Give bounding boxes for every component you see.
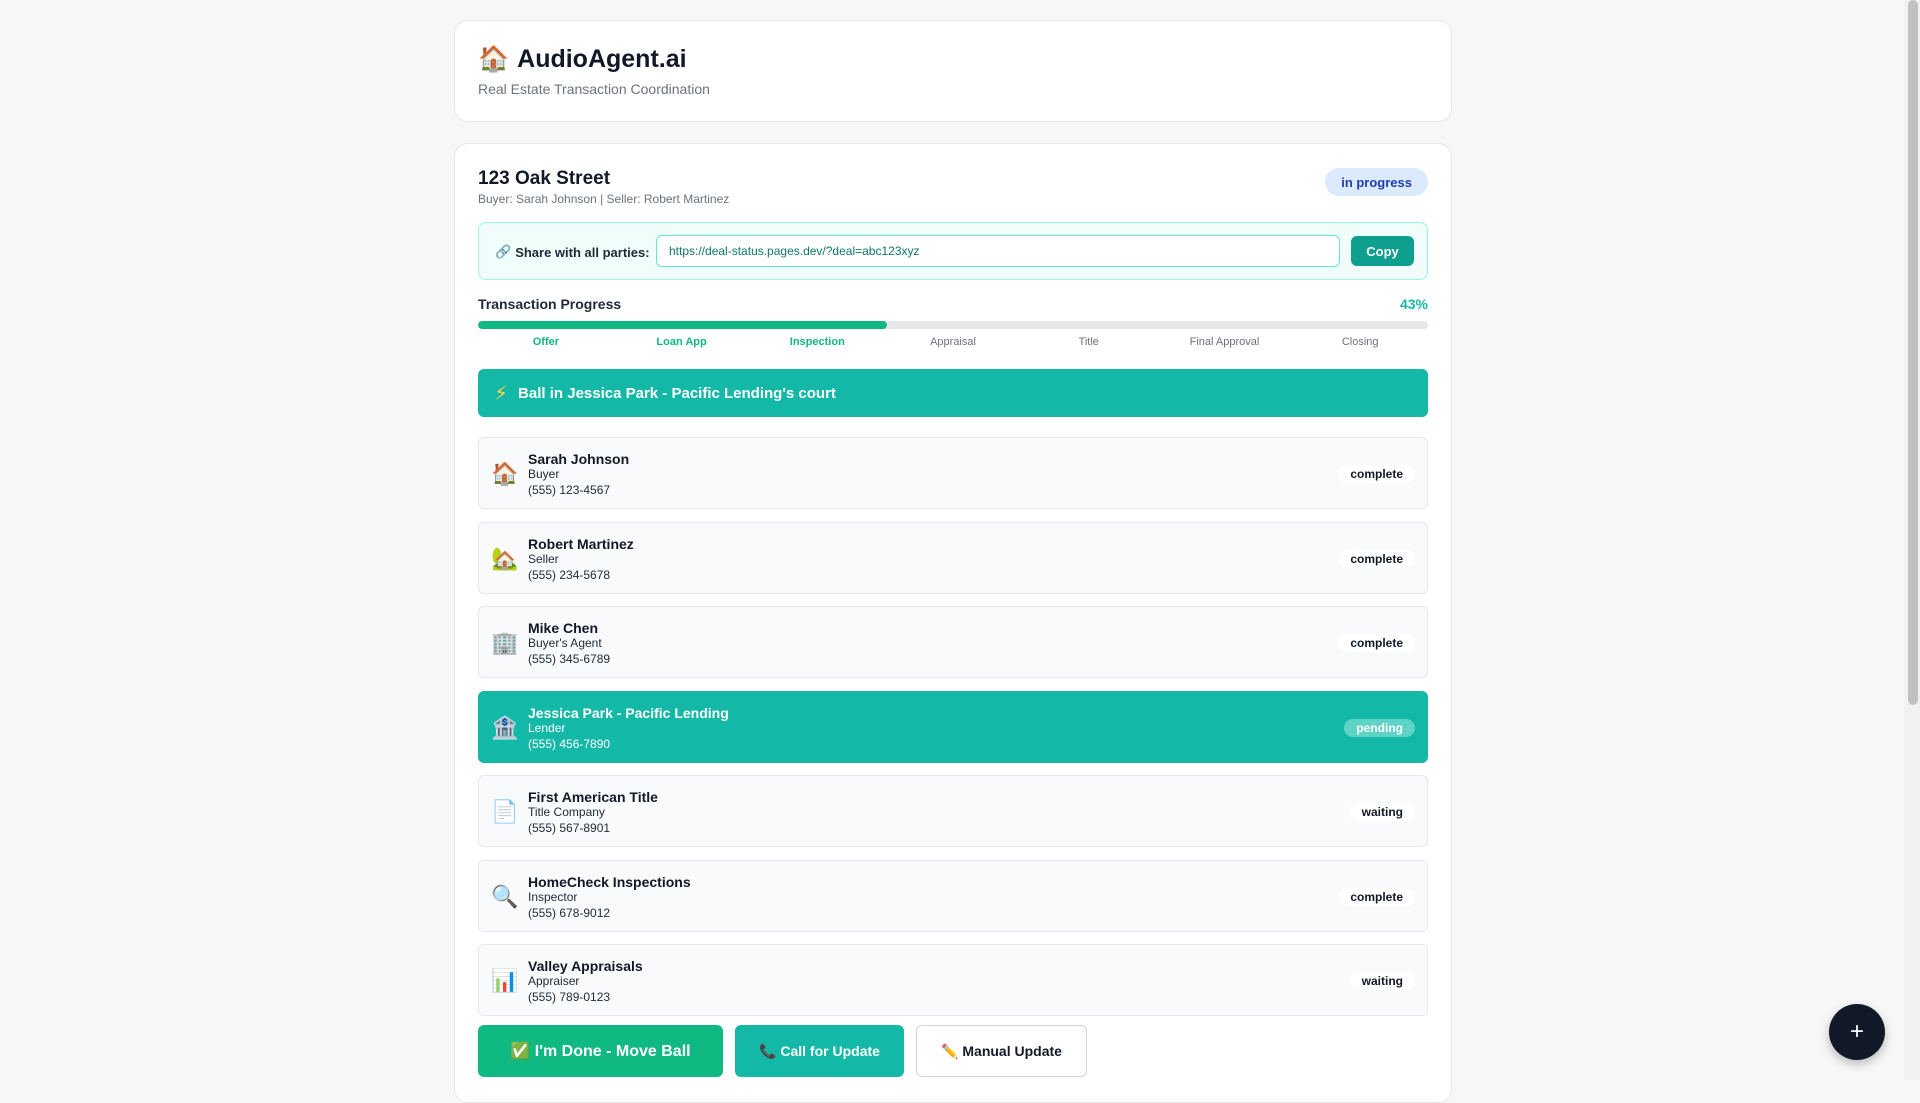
party-role: Buyer's Agent — [528, 636, 602, 650]
party-phone: (555) 789-0123 — [528, 990, 611, 1004]
party-icon: 🔍 — [491, 883, 519, 909]
progress-step-final-approval: Final Approval — [1189, 336, 1260, 348]
party-name: First American Title — [528, 789, 658, 805]
lightning-icon: ⚡ — [494, 382, 509, 405]
party-role: Title Company — [528, 805, 605, 819]
party-phone: (555) 456-7890 — [528, 736, 611, 751]
party-icon: 📊 — [491, 968, 519, 993]
page-scrollbar[interactable] — [1904, 0, 1920, 1080]
im-done-move-ball-button[interactable]: ✅ I'm Done - Move Ball — [478, 1025, 723, 1077]
party-icon: 🏡 — [491, 545, 519, 571]
party-card[interactable]: 🏠 Sarah Johnson Buyer (555) 123-4567 complet… — [478, 437, 1428, 509]
app-name: AudioAgent.ai — [517, 45, 687, 73]
share-label: 🔗 Share with all parties: — [495, 244, 650, 260]
progress-step-offer: Offer — [532, 336, 559, 348]
progress-bar — [478, 321, 1428, 329]
house-logo-icon: 🏠 — [478, 45, 510, 73]
property-address: 123 Oak Street — [478, 168, 611, 189]
party-card[interactable]: 🏡 Robert Martinez Seller (555) 234-5678 comp… — [478, 521, 1428, 594]
ball-in-court-banner: ⚡ Ball in Jessica Park - Pacific Lending… — [478, 369, 1428, 417]
party-phone: (555) 123-4567 — [528, 483, 611, 497]
share-url-input[interactable] — [656, 235, 1340, 267]
link-icon: 🔗 — [495, 244, 512, 259]
party-status-badge: complete — [1338, 465, 1415, 483]
party-status-badge: complete — [1338, 634, 1415, 652]
progress-bar-fill — [478, 321, 887, 329]
party-role: Inspector — [528, 889, 578, 904]
party-phone: (555) 567-8901 — [528, 821, 611, 835]
party-phone: (555) 234-5678 — [528, 567, 611, 582]
party-name: Sarah Johnson — [528, 451, 630, 467]
party-name: Jessica Park - Pacific Lending — [528, 704, 729, 721]
party-status-badge: pending — [1344, 718, 1415, 737]
progress-label: Transaction Progress — [478, 296, 622, 312]
party-icon: 🏦 — [491, 714, 519, 740]
header-card: 🏠 AudioAgent.ai Real Estate Transaction … — [454, 20, 1452, 122]
manual-update-button[interactable]: ✏️ Manual Update — [916, 1025, 1087, 1077]
party-icon: 🏢 — [491, 630, 519, 655]
party-icon: 🏠 — [491, 461, 519, 486]
progress-step-loan-app: Loan App — [656, 336, 707, 348]
progress-steps: Offer Loan App Inspection Appraisal Title Fin… — [478, 336, 1428, 348]
progress-percent: 43% — [1399, 296, 1428, 312]
progress-step-title: Title — [1078, 336, 1099, 348]
ball-in-court-text: Ball in Jessica Park - Pacific Lending's… — [518, 384, 836, 402]
share-box: 🔗 Share with all parties: Copy — [478, 222, 1428, 280]
deal-status-badge: in progress — [1325, 168, 1428, 196]
page: 🏠 AudioAgent.ai Real Estate Transaction … — [0, 0, 1904, 1103]
party-role: Seller — [528, 551, 559, 566]
party-name: Mike Chen — [528, 620, 599, 636]
party-name: HomeCheck Inspections — [528, 873, 691, 890]
call-for-update-button[interactable]: 📞 Call for Update — [735, 1025, 904, 1077]
party-role: Appraiser — [528, 974, 580, 988]
action-bar: ✅ I'm Done - Move Ball 📞 Call for Update… — [478, 1025, 1087, 1077]
progress-step-appraisal: Appraisal — [930, 336, 976, 348]
app-subtitle: Real Estate Transaction Coordination — [478, 81, 710, 97]
party-phone: (555) 678-9012 — [528, 905, 611, 920]
party-status-badge: waiting — [1349, 803, 1415, 821]
party-role: Lender — [528, 720, 566, 735]
party-status-badge: complete — [1338, 549, 1415, 568]
party-card[interactable]: 📊 Valley Appraisals Appraiser (555) 789-012… — [478, 944, 1428, 1016]
party-role: Buyer — [528, 467, 560, 481]
scrollbar-thumb[interactable] — [1908, 0, 1918, 705]
progress-step-inspection: Inspection — [789, 336, 845, 348]
party-name: Valley Appraisals — [528, 958, 643, 974]
party-status-badge: complete — [1338, 887, 1415, 906]
party-card[interactable]: 🔍 HomeCheck Inspections Inspector (555) 678… — [478, 859, 1428, 932]
party-status-badge: waiting — [1349, 972, 1415, 990]
buyer-seller-line: Buyer: Sarah Johnson | Seller: Robert Ma… — [478, 192, 730, 206]
progress-step-closing: Closing — [1341, 336, 1379, 348]
copy-button[interactable]: Copy — [1351, 236, 1414, 266]
party-card[interactable]: 📄 First American Title Title Company (555) … — [478, 775, 1428, 847]
party-name: Robert Martinez — [528, 535, 634, 552]
deal-card: 123 Oak Street Buyer: Sarah Johnson | Se… — [454, 143, 1452, 1103]
party-icon: 📄 — [491, 799, 519, 824]
add-floating-button[interactable]: + — [1829, 1004, 1885, 1060]
app-title: 🏠 AudioAgent.ai — [478, 45, 687, 74]
party-card[interactable]: 🏢 Mike Chen Buyer's Agent (555) 345-6789 com… — [478, 606, 1428, 678]
party-card[interactable]: 🏦 Jessica Park - Pacific Lending Lender (55… — [478, 690, 1428, 763]
share-label-text: Share with all parties: — [515, 244, 650, 260]
party-phone: (555) 345-6789 — [528, 652, 611, 666]
